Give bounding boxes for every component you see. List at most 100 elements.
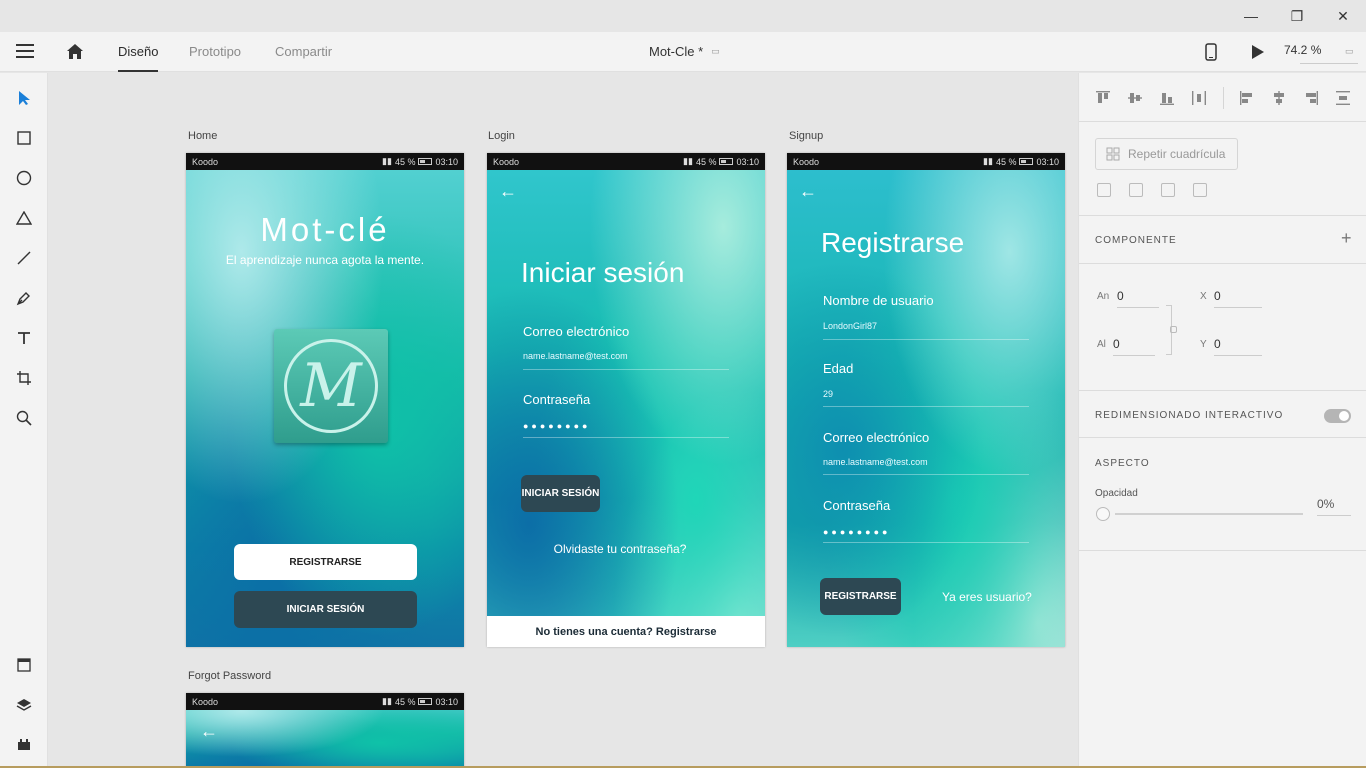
clock-time: 03:10 <box>435 156 458 167</box>
grid-icon <box>1106 147 1120 161</box>
tab-design[interactable]: Diseño <box>118 32 159 72</box>
plugins-panel-icon[interactable] <box>12 733 36 757</box>
y-input[interactable]: 0 <box>1214 337 1262 356</box>
battery-percent: 45 % <box>394 696 416 707</box>
align-bottom-icon[interactable] <box>1159 90 1175 106</box>
hamburger-menu-icon[interactable] <box>16 44 34 58</box>
zoom-tool-icon[interactable] <box>12 406 36 430</box>
width-input[interactable]: 0 <box>1117 289 1159 308</box>
close-button[interactable]: ✕ <box>1320 0 1366 32</box>
rectangle-tool-icon[interactable] <box>12 126 36 150</box>
repeat-grid-label: Repetir cuadrícula <box>1128 147 1226 161</box>
signup-footer-link[interactable]: No tienes una cuenta? Registrarse <box>487 616 765 647</box>
signal-icon: ▮▮ <box>382 156 392 166</box>
pen-tool-icon[interactable] <box>12 286 36 310</box>
distribute-vertical-icon[interactable] <box>1335 90 1351 106</box>
mobile-device-icon[interactable] <box>1205 43 1217 61</box>
toggle-knob <box>1339 411 1349 421</box>
email-field[interactable]: name.lastname@test.com <box>523 351 628 361</box>
x-label: X <box>1200 291 1207 302</box>
username-field[interactable]: LondonGirl87 <box>823 321 877 331</box>
align-middle-icon[interactable] <box>1127 90 1143 106</box>
signup-submit-button[interactable]: REGISTRARSE <box>820 578 901 615</box>
logo-monogram: M <box>284 339 378 433</box>
login-submit-button[interactable]: INICIAR SESIÓN <box>521 475 600 512</box>
responsive-resize-title: REDIMENSIONADO INTERACTIVO <box>1095 410 1284 421</box>
panel-divider <box>1079 390 1366 391</box>
add-component-button[interactable]: + <box>1341 228 1352 249</box>
align-top-icon[interactable] <box>1095 90 1111 106</box>
back-arrow-icon[interactable]: ← <box>499 181 517 202</box>
artboard-label-home[interactable]: Home <box>188 130 217 142</box>
email-label: Correo electrónico <box>823 430 930 445</box>
password-underline <box>523 437 729 438</box>
artboard-signup[interactable]: Koodo ▮▮ 45 % 03:10 ← Registrarse Nombre… <box>787 153 1065 647</box>
password-field[interactable]: ●●●●●●●● <box>523 421 591 431</box>
artboard-forgot-password[interactable]: Koodo ▮▮ 45 % 03:10 ← <box>186 693 464 768</box>
login-button[interactable]: INICIAR SESIÓN <box>234 591 417 628</box>
password-field[interactable]: ●●●●●●●● <box>823 527 891 537</box>
ellipse-tool-icon[interactable] <box>12 166 36 190</box>
signal-icon: ▮▮ <box>683 156 693 166</box>
title-dropdown-icon[interactable]: ▭ <box>711 46 720 57</box>
opacity-slider-thumb[interactable] <box>1096 507 1110 521</box>
tab-prototype[interactable]: Prototipo <box>189 32 241 72</box>
minimize-button[interactable]: — <box>1228 0 1274 32</box>
boolean-intersect-icon[interactable] <box>1161 183 1175 197</box>
app-title: Mot-clé <box>260 211 390 248</box>
polygon-tool-icon[interactable] <box>12 206 36 230</box>
play-preview-icon[interactable] <box>1251 44 1265 60</box>
email-field[interactable]: name.lastname@test.com <box>823 457 928 467</box>
align-center-icon[interactable] <box>1271 90 1287 106</box>
artboard-label-forgot[interactable]: Forgot Password <box>188 670 271 682</box>
age-field[interactable]: 29 <box>823 389 833 399</box>
status-bar: Koodo ▮▮ 45 % 03:10 <box>186 153 464 170</box>
already-user-link[interactable]: Ya eres usuario? <box>942 590 1032 604</box>
artboard-label-login[interactable]: Login <box>488 130 515 142</box>
boolean-subtract-icon[interactable] <box>1129 183 1143 197</box>
line-tool-icon[interactable] <box>12 246 36 270</box>
repeat-grid-button[interactable]: Repetir cuadrícula <box>1095 138 1238 170</box>
top-toolbar: Diseño Prototipo Compartir Mot-Cle * ▭ 7… <box>0 32 1366 72</box>
clock-time: 03:10 <box>435 696 458 707</box>
boolean-add-icon[interactable] <box>1097 183 1111 197</box>
align-left-icon[interactable] <box>1239 90 1255 106</box>
assets-panel-icon[interactable] <box>12 653 36 677</box>
back-arrow-icon[interactable]: ← <box>799 181 817 202</box>
tab-share[interactable]: Compartir <box>275 32 332 72</box>
back-arrow-icon[interactable]: ← <box>200 721 218 742</box>
opacity-slider-track[interactable] <box>1115 513 1303 515</box>
artboard-home[interactable]: Koodo ▮▮ 45 % 03:10 Mot-clé El aprendiza… <box>186 153 464 647</box>
select-tool-icon[interactable] <box>12 86 36 110</box>
artboard-label-signup[interactable]: Signup <box>789 130 823 142</box>
design-canvas[interactable]: Home Koodo ▮▮ 45 % 03:10 Mot-clé El apre… <box>48 73 1078 768</box>
lock-icon[interactable] <box>1170 326 1177 333</box>
signal-icon: ▮▮ <box>983 156 993 166</box>
layers-panel-icon[interactable] <box>12 693 36 717</box>
login-title: Iniciar sesión <box>521 257 685 288</box>
carrier-name: Koodo <box>793 156 820 167</box>
status-bar: Koodo ▮▮ 45 % 03:10 <box>787 153 1065 170</box>
forgot-password-link[interactable]: Olvidaste tu contraseña? <box>487 542 753 556</box>
panel-divider <box>1079 121 1366 122</box>
artboard-tool-icon[interactable] <box>12 366 36 390</box>
opacity-input[interactable]: 0% <box>1317 497 1351 516</box>
align-right-icon[interactable] <box>1303 90 1319 106</box>
text-tool-icon[interactable] <box>12 326 36 350</box>
height-input[interactable]: 0 <box>1113 337 1155 356</box>
register-button[interactable]: REGISTRARSE <box>234 544 417 580</box>
artboard-login[interactable]: Koodo ▮▮ 45 % 03:10 ← Iniciar sesión Cor… <box>487 153 765 647</box>
x-input[interactable]: 0 <box>1214 289 1262 308</box>
carrier-name: Koodo <box>493 156 520 167</box>
zoom-dropdown-icon[interactable]: ▭ <box>1345 46 1354 57</box>
document-title-text: Mot-Cle * <box>649 44 704 59</box>
document-title[interactable]: Mot-Cle * ▭ <box>649 44 720 59</box>
username-label: Nombre de usuario <box>823 293 934 308</box>
boolean-exclude-icon[interactable] <box>1193 183 1207 197</box>
home-icon[interactable] <box>66 43 84 60</box>
carrier-name: Koodo <box>192 696 219 707</box>
responsive-resize-toggle[interactable] <box>1324 409 1351 423</box>
restore-button[interactable]: ❐ <box>1274 0 1320 32</box>
battery-icon <box>418 698 433 705</box>
distribute-horizontal-icon[interactable] <box>1191 90 1207 106</box>
